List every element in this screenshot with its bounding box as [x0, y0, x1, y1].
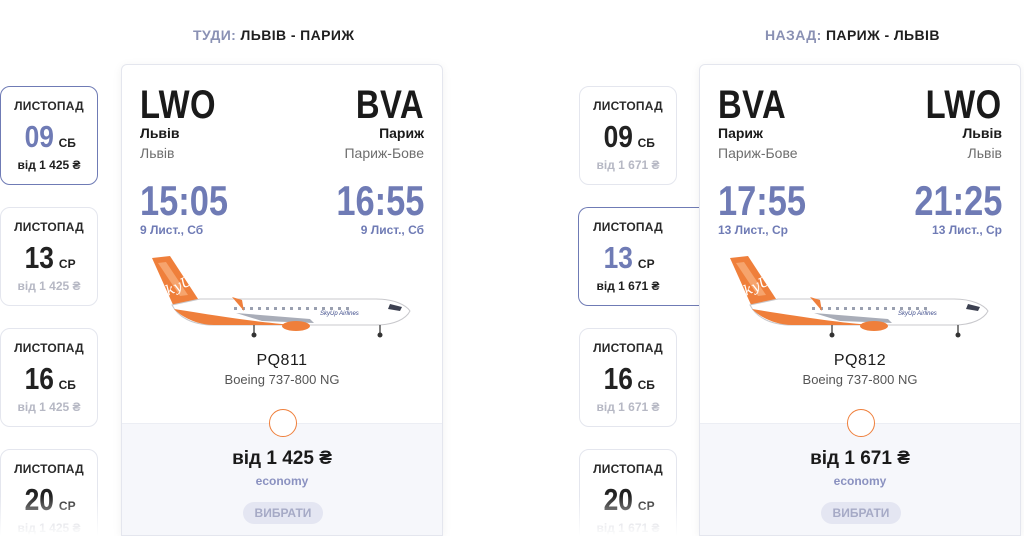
date-weekday: СБ — [58, 378, 76, 392]
arrival-airport-code: LWO — [926, 83, 1002, 127]
departure-airport-name: Львів — [140, 145, 175, 161]
date-month: ЛИСТОПАД — [14, 99, 84, 113]
departure-city: Львів — [140, 125, 180, 141]
date-price: від 1 671 ₴ — [596, 400, 660, 414]
arrival-date: 13 Лист., Ср — [932, 223, 1002, 237]
fare-section: від 1 425 ₴ economy ВИБРАТИ — [122, 423, 442, 535]
date-day: 09 — [24, 119, 55, 154]
inbound-direction-label: НАЗАД: — [765, 27, 822, 43]
date-price: від 1 425 ₴ — [17, 521, 81, 535]
departure-airport-code: BVA — [718, 83, 787, 127]
departure-airport-name: Париж-Бове — [718, 145, 798, 161]
fare-radio-button[interactable] — [847, 409, 875, 437]
date-price: від 1 671 ₴ — [596, 158, 660, 172]
date-day: 16 — [24, 361, 55, 396]
arrival-city: Париж — [379, 125, 424, 141]
inbound-route: ПАРИЖ - ЛЬВІВ — [825, 27, 940, 43]
outbound-section: ТУДИ: ЛЬВІВ - ПАРИЖ ЛИСТОПАД 09 СБ від 1 … — [0, 0, 512, 536]
outbound-date-card-20[interactable]: ЛИСТОПАД 20 СР від 1 425 ₴ — [0, 449, 98, 536]
choose-button[interactable]: ВИБРАТИ — [821, 502, 901, 524]
fare-price: від 1 425 ₴ — [232, 448, 332, 469]
fare-class: economy — [833, 474, 887, 488]
outbound-date-card-13[interactable]: ЛИСТОПАД 13 СР від 1 425 ₴ — [0, 207, 98, 306]
fare-radio-button[interactable] — [269, 409, 297, 437]
date-price: від 1 425 ₴ — [17, 279, 81, 293]
inbound-date-card-13[interactable]: ЛИСТОПАД 13 СР від 1 671 ₴ — [578, 207, 699, 306]
date-weekday: СБ — [58, 136, 76, 150]
date-month: ЛИСТОПАД — [14, 462, 84, 476]
date-price: від 1 671 ₴ — [596, 521, 660, 535]
date-month: ЛИСТОПАД — [14, 341, 84, 355]
date-weekday: СБ — [637, 136, 655, 150]
fuselage-text: SkyUp Airlines — [898, 311, 937, 317]
airplane-icon: SkyUp SkyUp Airlines — [730, 256, 989, 338]
inbound-flight-card: BVA LWO Париж Львів Париж-Бове Львів 17:… — [699, 64, 1021, 536]
date-day: 13 — [604, 240, 634, 275]
fare-price: від 1 671 ₴ — [810, 448, 910, 469]
flight-number: PQ811 — [256, 352, 308, 369]
arrival-time: 21:25 — [913, 177, 1002, 224]
date-weekday: СР — [58, 257, 76, 271]
departure-time: 15:05 — [140, 177, 229, 224]
date-price: від 1 671 ₴ — [596, 279, 660, 293]
arrival-airport-code: BVA — [355, 83, 424, 127]
arrival-time: 16:55 — [335, 177, 424, 224]
outbound-date-card-16[interactable]: ЛИСТОПАД 16 СБ від 1 425 ₴ — [0, 328, 98, 427]
flight-number: PQ812 — [833, 352, 887, 369]
date-weekday: СР — [637, 499, 655, 513]
arrival-city: Львів — [962, 125, 1002, 141]
aircraft-type: Boeing 737-800 NG — [802, 372, 918, 387]
arrival-airport-name: Львів — [967, 145, 1002, 161]
date-price: від 1 425 ₴ — [17, 400, 81, 414]
arrival-airport-name: Париж-Бове — [344, 145, 424, 161]
departure-airport-code: LWO — [140, 83, 216, 127]
inbound-section: НАЗАД: ПАРИЖ - ЛЬВІВ ЛИСТОПАД 09 СБ від 1… — [512, 0, 1024, 536]
arrival-date: 9 Лист., Сб — [360, 223, 424, 237]
date-weekday: СБ — [637, 378, 655, 392]
aircraft-type: Boeing 737-800 NG — [224, 372, 340, 387]
date-day: 20 — [25, 482, 55, 517]
date-day: 20 — [604, 482, 634, 517]
departure-time: 17:55 — [718, 177, 807, 224]
date-month: ЛИСТОПАД — [14, 220, 84, 234]
departure-date: 9 Лист., Сб — [140, 223, 204, 237]
departure-date: 13 Лист., Ср — [718, 223, 788, 237]
outbound-flight-card: LWO BVA Львів Париж Львів Париж-Бове 15:… — [121, 64, 443, 536]
fare-section: від 1 671 ₴ economy ВИБРАТИ — [700, 423, 1020, 535]
fare-class: economy — [255, 474, 309, 488]
date-month: ЛИСТОПАД — [593, 99, 663, 113]
airplane-icon: SkyUp SkyUp Airlines — [152, 256, 411, 338]
date-month: ЛИСТОПАД — [593, 341, 663, 355]
date-month: ЛИСТОПАД — [593, 462, 663, 476]
fuselage-text: SkyUp Airlines — [320, 311, 359, 317]
choose-button[interactable]: ВИБРАТИ — [243, 502, 323, 524]
date-weekday: СР — [58, 499, 76, 513]
date-weekday: СР — [637, 257, 655, 271]
inbound-date-card-16[interactable]: ЛИСТОПАД 16 СБ від 1 671 ₴ — [579, 328, 677, 427]
date-month: ЛИСТОПАД — [593, 220, 663, 234]
inbound-date-card-20[interactable]: ЛИСТОПАД 20 СР від 1 671 ₴ — [579, 449, 677, 536]
date-price: від 1 425 ₴ — [17, 158, 81, 172]
date-day: 13 — [25, 240, 55, 275]
inbound-direction-title: НАЗАД: ПАРИЖ - ЛЬВІВ — [765, 27, 940, 43]
departure-city: Париж — [718, 125, 763, 141]
outbound-route: ЛЬВІВ - ПАРИЖ — [240, 27, 355, 43]
outbound-direction-title: ТУДИ: ЛЬВІВ - ПАРИЖ — [193, 27, 354, 43]
date-day: 09 — [603, 119, 634, 154]
outbound-date-card-09[interactable]: ЛИСТОПАД 09 СБ від 1 425 ₴ — [0, 86, 98, 185]
date-day: 16 — [603, 361, 634, 396]
outbound-direction-label: ТУДИ: — [193, 27, 237, 43]
inbound-date-card-09[interactable]: ЛИСТОПАД 09 СБ від 1 671 ₴ — [579, 86, 677, 185]
